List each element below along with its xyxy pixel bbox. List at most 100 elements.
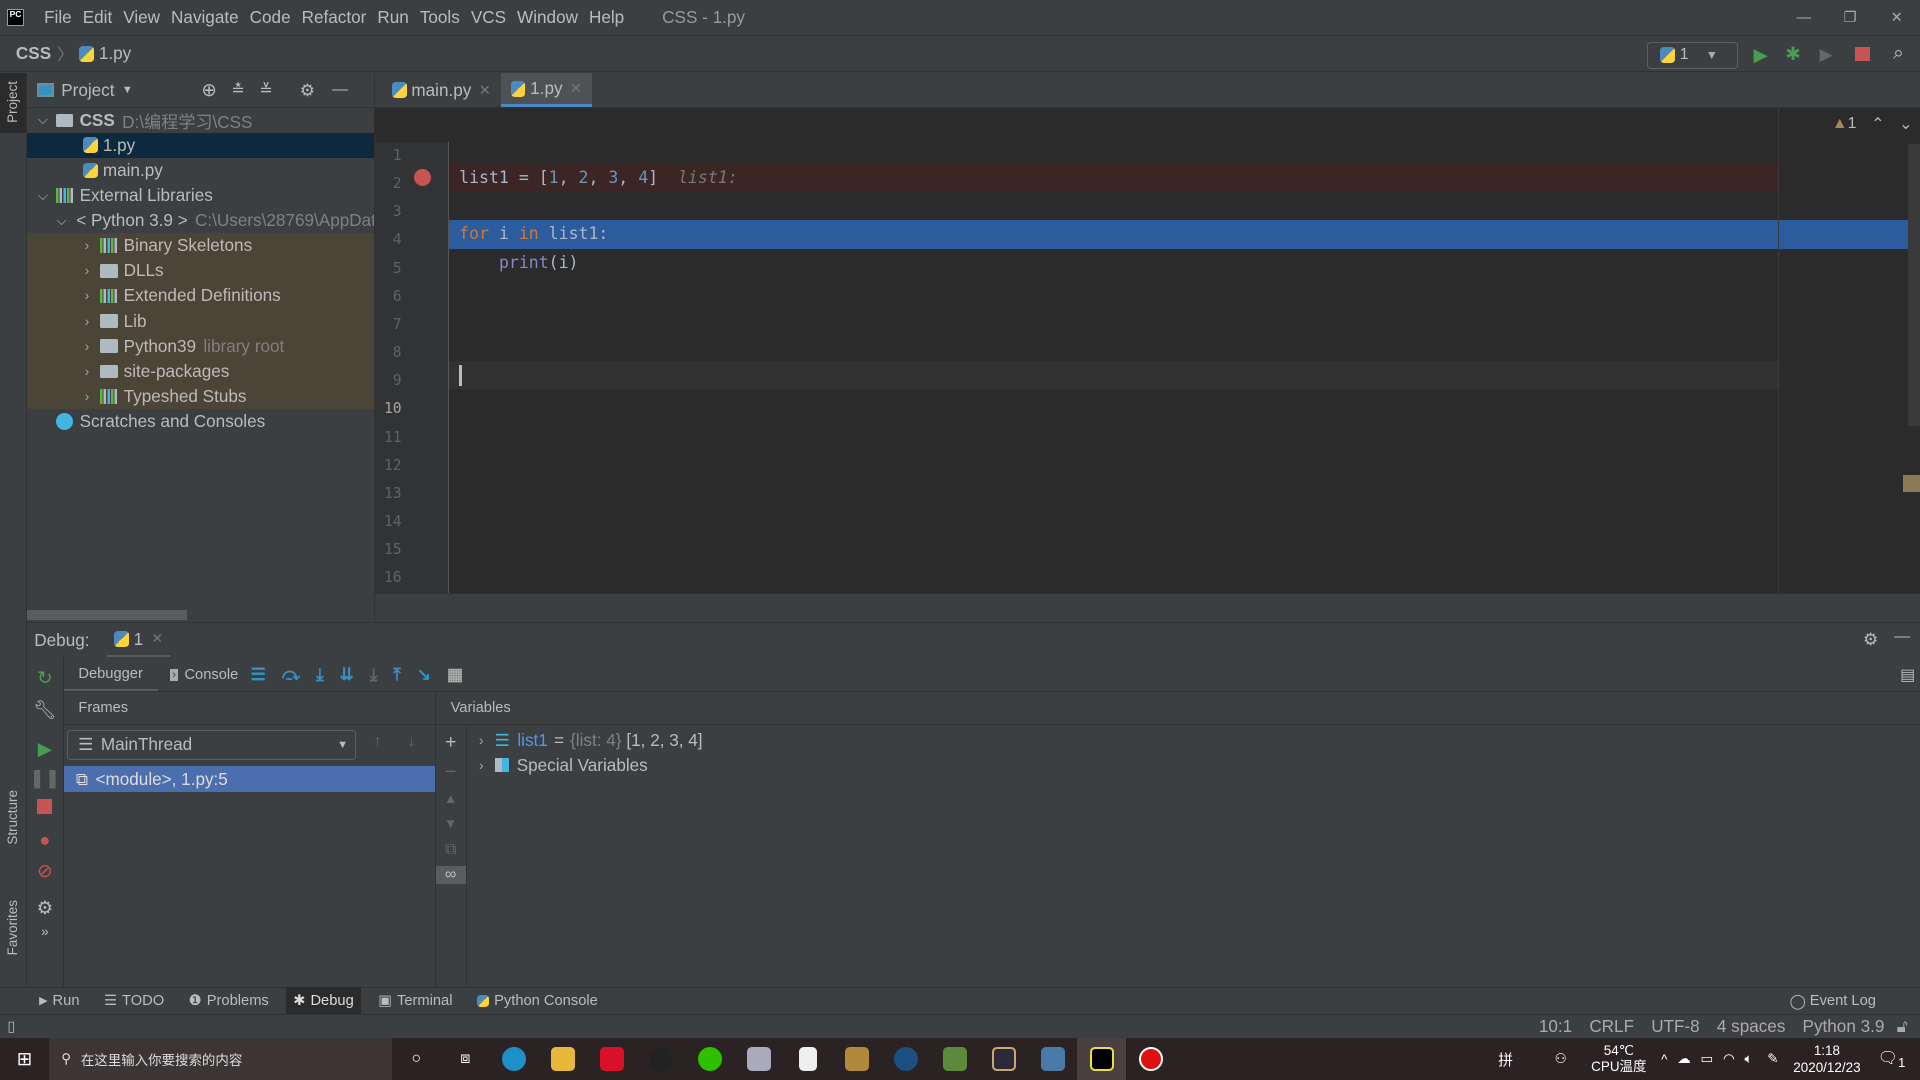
league-icon[interactable] [979,1038,1028,1080]
tree-item-external-libraries[interactable]: ⌵ External Libraries [27,183,374,208]
project-view-select[interactable]: Project [61,80,114,101]
breadcrumb-file[interactable]: 1.py [99,43,131,64]
tree-item-extended-definitions[interactable]: › Extended Definitions [26,283,374,309]
tree-item-python39-sdk[interactable]: ⌵ < Python 3.9 > C:\Users\28769\AppData [27,208,373,233]
cpu-temp-widget[interactable]: 54℃ CPU温度 [1591,1043,1646,1075]
close-button[interactable]: ✕ [1873,9,1920,26]
menu-run[interactable]: Run [377,7,408,28]
caret-position[interactable]: 10:1 [1539,1016,1572,1037]
minimize-button[interactable]: — [1780,10,1827,26]
qq-icon[interactable] [637,1038,686,1080]
pycharm-taskbar-icon[interactable] [1077,1038,1127,1080]
line-number[interactable]: 11 [375,429,402,446]
gear-icon[interactable]: ⚙ [27,897,63,919]
step-over-icon[interactable]: ⤼ [282,664,300,685]
resume-icon[interactable]: ▶ [27,738,63,760]
event-log-button[interactable]: ◯ Event Log [1782,988,1883,1015]
variable-row-special[interactable]: › Special Variables [473,753,648,777]
run-to-cursor-icon[interactable]: ↘ [417,664,431,685]
line-number[interactable]: 14 [375,513,402,530]
thread-select[interactable]: ☰ MainThread ▼ [67,729,357,761]
tree-item-main-py[interactable]: main.py [27,158,374,183]
chevron-right-icon[interactable]: › [473,733,490,748]
collapse-all-icon[interactable]: ≚ [259,80,272,100]
horizontal-scrollbar[interactable] [26,609,188,620]
tree-item-lib[interactable]: › Lib [26,308,374,334]
tree-item-binary-skeletons[interactable]: › Binary Skeletons [26,233,374,259]
steam-icon[interactable] [882,1038,931,1080]
taskbar-search[interactable]: ⚲ 在这里输入你要搜索的内容 [48,1038,392,1080]
menu-window[interactable]: Window [517,7,578,28]
step-into-icon[interactable]: ⤓ [316,664,324,685]
line-number[interactable]: 10 [375,400,402,417]
breakpoint-icon[interactable] [413,168,431,187]
recorder-icon[interactable] [1126,1038,1175,1080]
copy-icon[interactable]: ⧉ [436,841,466,859]
line-number[interactable]: 12 [375,457,402,474]
lock-icon[interactable]: 🔓︎ [1897,1016,1908,1037]
wechat-icon[interactable] [686,1038,735,1080]
tree-item-python39[interactable]: › Python39 library root [26,333,374,359]
step-into-my-code-icon[interactable]: ⇊ [340,664,354,685]
interpreter-select[interactable]: Python 3.9 [1803,1016,1885,1037]
next-frame-icon[interactable]: ↓ [408,733,416,751]
netease-music-icon[interactable] [588,1038,637,1080]
add-watch-icon[interactable]: + [436,731,466,754]
view-breakpoints-icon[interactable]: ● [27,829,63,851]
clock[interactable]: 1:18 2020/12/23 [1793,1042,1860,1076]
structure-side-tab[interactable]: Structure [5,790,20,850]
error-stripe-marker[interactable] [1902,475,1920,493]
windows-start-icon[interactable]: ⊞ [0,1038,49,1080]
tree-item-typeshed-stubs[interactable]: › Typeshed Stubs [26,383,374,409]
menu-edit[interactable]: Edit [83,7,113,28]
line-number[interactable]: 3 [375,203,402,220]
ime-indicator[interactable]: 拼 [1498,1049,1513,1070]
frame-item[interactable]: ⧉ <module>, 1.py:5 [63,766,435,792]
line-number[interactable]: 16 [375,569,402,586]
hide-icon[interactable]: — [1894,628,1910,646]
tab-debugger[interactable]: Debugger [63,658,158,692]
previous-highlight-icon[interactable]: ⌃ [1871,114,1884,134]
favorites-side-tab[interactable]: Favorites [5,900,20,960]
tree-item-site-packages[interactable]: › site-packages [26,358,374,384]
code-line-6[interactable]: print(i) [449,249,1778,277]
app-icon[interactable] [735,1038,784,1080]
stop-icon[interactable] [1855,46,1870,62]
vertical-scrollbar[interactable] [1907,144,1920,427]
previous-frame-icon[interactable]: ↑ [373,733,381,751]
tool-problems[interactable]: ❶ Problems [181,987,276,1014]
menu-tools[interactable]: Tools [420,7,460,28]
line-number[interactable]: 4 [375,231,402,248]
close-tab-icon[interactable]: ✕ [570,80,582,97]
gear-icon[interactable]: ⚙ [1863,629,1878,650]
rerun-icon[interactable]: ↻ [27,667,63,689]
menu-help[interactable]: Help [589,7,624,28]
task-view-icon[interactable]: ⧈ [441,1038,490,1080]
tree-item-dlls[interactable]: › DLLs [26,258,374,284]
line-number[interactable]: 15 [375,541,402,558]
close-tab-icon[interactable]: ✕ [479,82,491,99]
search-icon[interactable]: ⌕ [1893,42,1904,65]
project-side-tab[interactable]: Project [0,73,26,133]
file-explorer-icon[interactable] [539,1038,588,1080]
line-number-gutter[interactable]: 1234567891011121314151617 [374,142,450,593]
inspection-widget[interactable]: ▲ 1 ⌃ ⌄ [1832,114,1913,134]
tab-1py[interactable]: 1.py ✕ [500,72,592,108]
wrench-icon[interactable]: 🔧︎ [27,699,63,721]
expand-all-icon[interactable]: ≛ [231,80,244,100]
line-number[interactable]: 13 [375,485,402,502]
code-line-3[interactable]: list1 = [1, 2, 3, 4] list1: [449,164,1778,193]
line-number[interactable]: 5 [375,260,402,277]
step-out-icon[interactable]: ⤒ [393,664,401,685]
force-step-into-icon[interactable]: ⤓ [370,664,378,685]
line-separator[interactable]: CRLF [1589,1016,1634,1037]
remove-watch-icon[interactable]: − [436,761,466,784]
notification-center-icon[interactable]: 🗨︎1 [1878,1048,1906,1070]
tree-item-scratches[interactable]: Scratches and Consoles [27,409,374,434]
tree-item-1py[interactable]: 1.py [26,132,374,158]
menu-view[interactable]: View [123,7,160,28]
pause-icon[interactable]: ❚❚ [27,767,63,789]
code-line-5-execution-point[interactable]: for i in list1: [449,220,1920,249]
variable-row-list1[interactable]: › ☰ list1 = {list: 4} [1, 2, 3, 4] [473,728,703,752]
hide-icon[interactable]: — [332,81,348,99]
